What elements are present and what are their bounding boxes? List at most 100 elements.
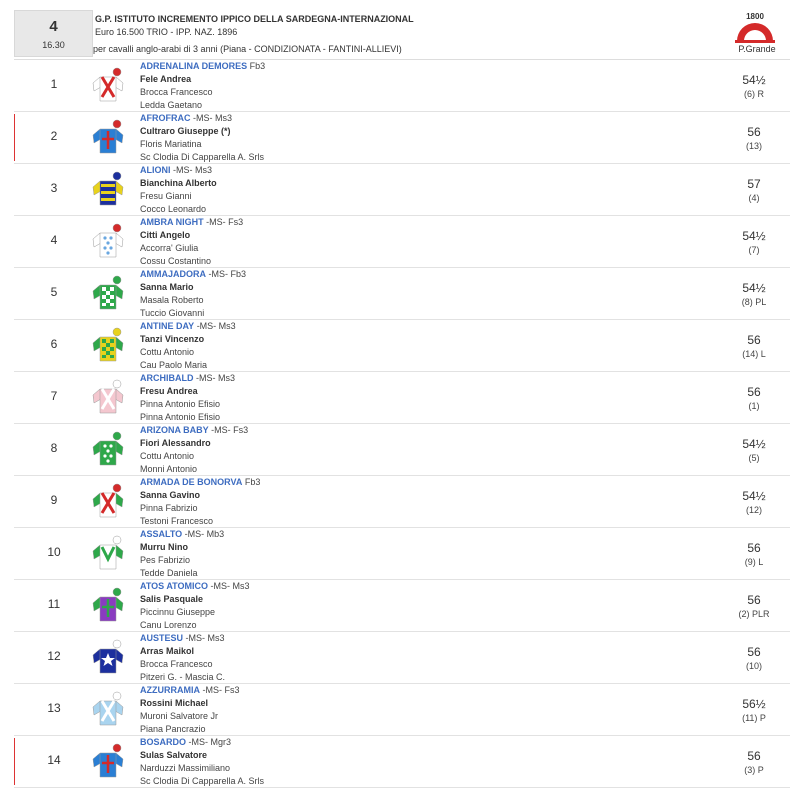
jockey-name: Fiori Alessandro <box>140 438 211 448</box>
runner-row[interactable]: 14 BOSARDO -MS- Mgr3 Sulas Salvatore Nar… <box>14 736 790 788</box>
runner-draw: (5) <box>748 453 760 463</box>
runner-row[interactable]: 11 ATOS ATOMICO -MS- Ms3 Salis Pasquale … <box>14 580 790 632</box>
horse-line: ALIONI -MS- Ms3 <box>140 165 212 175</box>
runner-number: 7 <box>50 389 58 403</box>
race-time: 16.30 <box>42 40 65 50</box>
runner-weight: 54½ <box>742 229 766 243</box>
runner-row[interactable]: 6 ANTINE DAY -MS- Ms3 Tanzi Vincenzo Cot… <box>14 320 790 372</box>
jockey-name: Sulas Salvatore <box>140 750 208 760</box>
runner-row[interactable]: 12 AUSTESU -MS- Ms3 Arras Maikol Brocca … <box>14 632 790 684</box>
runner-draw: (4) <box>748 193 760 203</box>
runner-weight: 54½ <box>742 281 766 295</box>
horse-line: ANTINE DAY -MS- Ms3 <box>140 321 236 331</box>
horse-meta: -MS- Ms3 <box>170 165 212 175</box>
race-number: 4 <box>49 18 58 35</box>
horse-meta: -MS- Fb3 <box>206 269 247 279</box>
runner-row[interactable]: 7 ARCHIBALD -MS- Ms3 Fresu Andrea Pinna … <box>14 372 790 424</box>
horse-meta: Fb3 <box>247 61 266 71</box>
runner-weight: 54½ <box>742 489 766 503</box>
white-green-chevron-silk-icon <box>90 535 126 573</box>
runner-number: 8 <box>50 441 58 455</box>
race-conditions: per cavalli anglo-arabi di 3 anni (Piana… <box>93 44 402 54</box>
runner-number: 14 <box>47 753 61 767</box>
horse-name-link[interactable]: AUSTESU <box>140 633 183 643</box>
owner-name: Pitzeri G. - Mascia C. <box>140 672 226 682</box>
trainer-name: Floris Mariatina <box>140 139 202 149</box>
horse-line: AUSTESU -MS- Ms3 <box>140 633 225 643</box>
horse-meta: -MS- Fs3 <box>200 685 240 695</box>
horse-name-link[interactable]: ARIZONA BABY <box>140 425 209 435</box>
horse-name-link[interactable]: ARCHIBALD <box>140 373 194 383</box>
runner-row[interactable]: 13 AZZURRAMIA -MS- Fs3 Rossini Michael M… <box>14 684 790 736</box>
horse-name-link[interactable]: AMMAJADORA <box>140 269 206 279</box>
runner-row[interactable]: 3 ALIONI -MS- Ms3 Bianchina Alberto Fres… <box>14 164 790 216</box>
runner-weight: 56 <box>747 593 761 607</box>
horse-name-link[interactable]: BOSARDO <box>140 737 186 747</box>
owner-name: Cossu Costantino <box>140 256 212 266</box>
trainer-name: Brocca Francesco <box>140 659 213 669</box>
trainer-name: Cottu Antonio <box>140 347 195 357</box>
jockey-name: Bianchina Alberto <box>140 178 217 188</box>
runner-row[interactable]: 4 AMBRA NIGHT -MS- Fs3 Citti Angelo Acco… <box>14 216 790 268</box>
race-purse: Euro 16.500 TRIO - IPP. NAZ. 1896 <box>95 27 238 37</box>
owner-name: Sc Clodia Di Capparella A. Srls <box>140 152 265 162</box>
runner-row[interactable]: 5 AMMAJADORA -MS- Fb3 Sanna Mario Masala… <box>14 268 790 320</box>
runner-draw: (10) <box>745 661 762 671</box>
jockey-name: Citti Angelo <box>140 230 191 240</box>
horse-name-link[interactable]: ASSALTO <box>140 529 182 539</box>
runner-number: 13 <box>47 701 61 715</box>
race-number-box[interactable]: 4 16.30 <box>14 10 93 57</box>
trainer-name: Cottu Antonio <box>140 451 195 461</box>
runner-weight: 56 <box>747 333 761 347</box>
horse-meta: Fb3 <box>242 477 261 487</box>
runner-row[interactable]: 9 ARMADA DE BONORVA Fb3 Sanna Gavino Pin… <box>14 476 790 528</box>
runner-row[interactable]: 8 ARIZONA BABY -MS- Fs3 Fiori Alessandro… <box>14 424 790 476</box>
trainer-name: Pinna Antonio Efisio <box>140 399 221 409</box>
horse-line: AMBRA NIGHT -MS- Fs3 <box>140 217 243 227</box>
trainer-name: Brocca Francesco <box>140 87 213 97</box>
horse-line: ATOS ATOMICO -MS- Ms3 <box>140 581 250 591</box>
jockey-name: Arras Maikol <box>140 646 195 656</box>
horse-line: ARCHIBALD -MS- Ms3 <box>140 373 235 383</box>
jockey-name: Rossini Michael <box>140 698 209 708</box>
horse-name-link[interactable]: ATOS ATOMICO <box>140 581 208 591</box>
owner-name: Cau Paolo Maria <box>140 360 208 370</box>
trainer-name: Masala Roberto <box>140 295 204 305</box>
runner-draw: (8) PL <box>741 297 767 307</box>
runner-number: 11 <box>47 597 61 611</box>
trainer-name: Pes Fabrizio <box>140 555 191 565</box>
horse-name-link[interactable]: ANTINE DAY <box>140 321 194 331</box>
horse-line: ASSALTO -MS- Mb3 <box>140 529 224 539</box>
runner-weight: 56 <box>747 645 761 659</box>
owner-name: Testoni Francesco <box>140 516 214 526</box>
runner-row[interactable]: 1 ADRENALINA DEMORES Fb3 Fele Andrea Bro… <box>14 60 790 112</box>
pink-white-cross-silk-icon <box>90 379 126 417</box>
jockey-name: Murru Nino <box>140 542 188 552</box>
runner-row[interactable]: 10 ASSALTO -MS- Mb3 Murru Nino Pes Fabri… <box>14 528 790 580</box>
runner-number: 2 <box>50 129 58 143</box>
owner-name: Piana Pancrazio <box>140 724 206 734</box>
runner-weight: 56 <box>747 385 761 399</box>
horse-name-link[interactable]: ALIONI <box>140 165 171 175</box>
purple-green-silk-icon <box>90 587 126 625</box>
jockey-name: Tanzi Vincenzo <box>140 334 205 344</box>
horse-name-link[interactable]: ARMADA DE BONORVA <box>140 477 242 487</box>
horse-meta: -MS- Ms3 <box>190 113 232 123</box>
runner-draw: (3) P <box>744 765 764 775</box>
horse-name-link[interactable]: AMBRA NIGHT <box>140 217 204 227</box>
jockey-name: Sanna Gavino <box>140 490 201 500</box>
horse-name-link[interactable]: AFROFRAC <box>140 113 191 123</box>
horse-line: AZZURRAMIA -MS- Fs3 <box>140 685 240 695</box>
owner-name: Pinna Antonio Efisio <box>140 412 221 422</box>
horse-meta: -MS- Mgr3 <box>186 737 232 747</box>
horse-meta: -MS- Fs3 <box>203 217 244 227</box>
horse-line: ARIZONA BABY -MS- Fs3 <box>140 425 248 435</box>
horse-name-link[interactable]: AZZURRAMIA <box>140 685 200 695</box>
jockey-name: Fele Andrea <box>140 74 192 84</box>
horse-name-link[interactable]: ADRENALINA DEMORES <box>140 61 247 71</box>
runner-row[interactable]: 2 AFROFRAC -MS- Ms3 Cultraro Giuseppe (*… <box>14 112 790 164</box>
runner-number: 10 <box>47 545 61 559</box>
owner-name: Tuccio Giovanni <box>140 308 205 318</box>
owner-name: Tedde Daniela <box>140 568 198 578</box>
runner-number: 9 <box>50 493 58 507</box>
